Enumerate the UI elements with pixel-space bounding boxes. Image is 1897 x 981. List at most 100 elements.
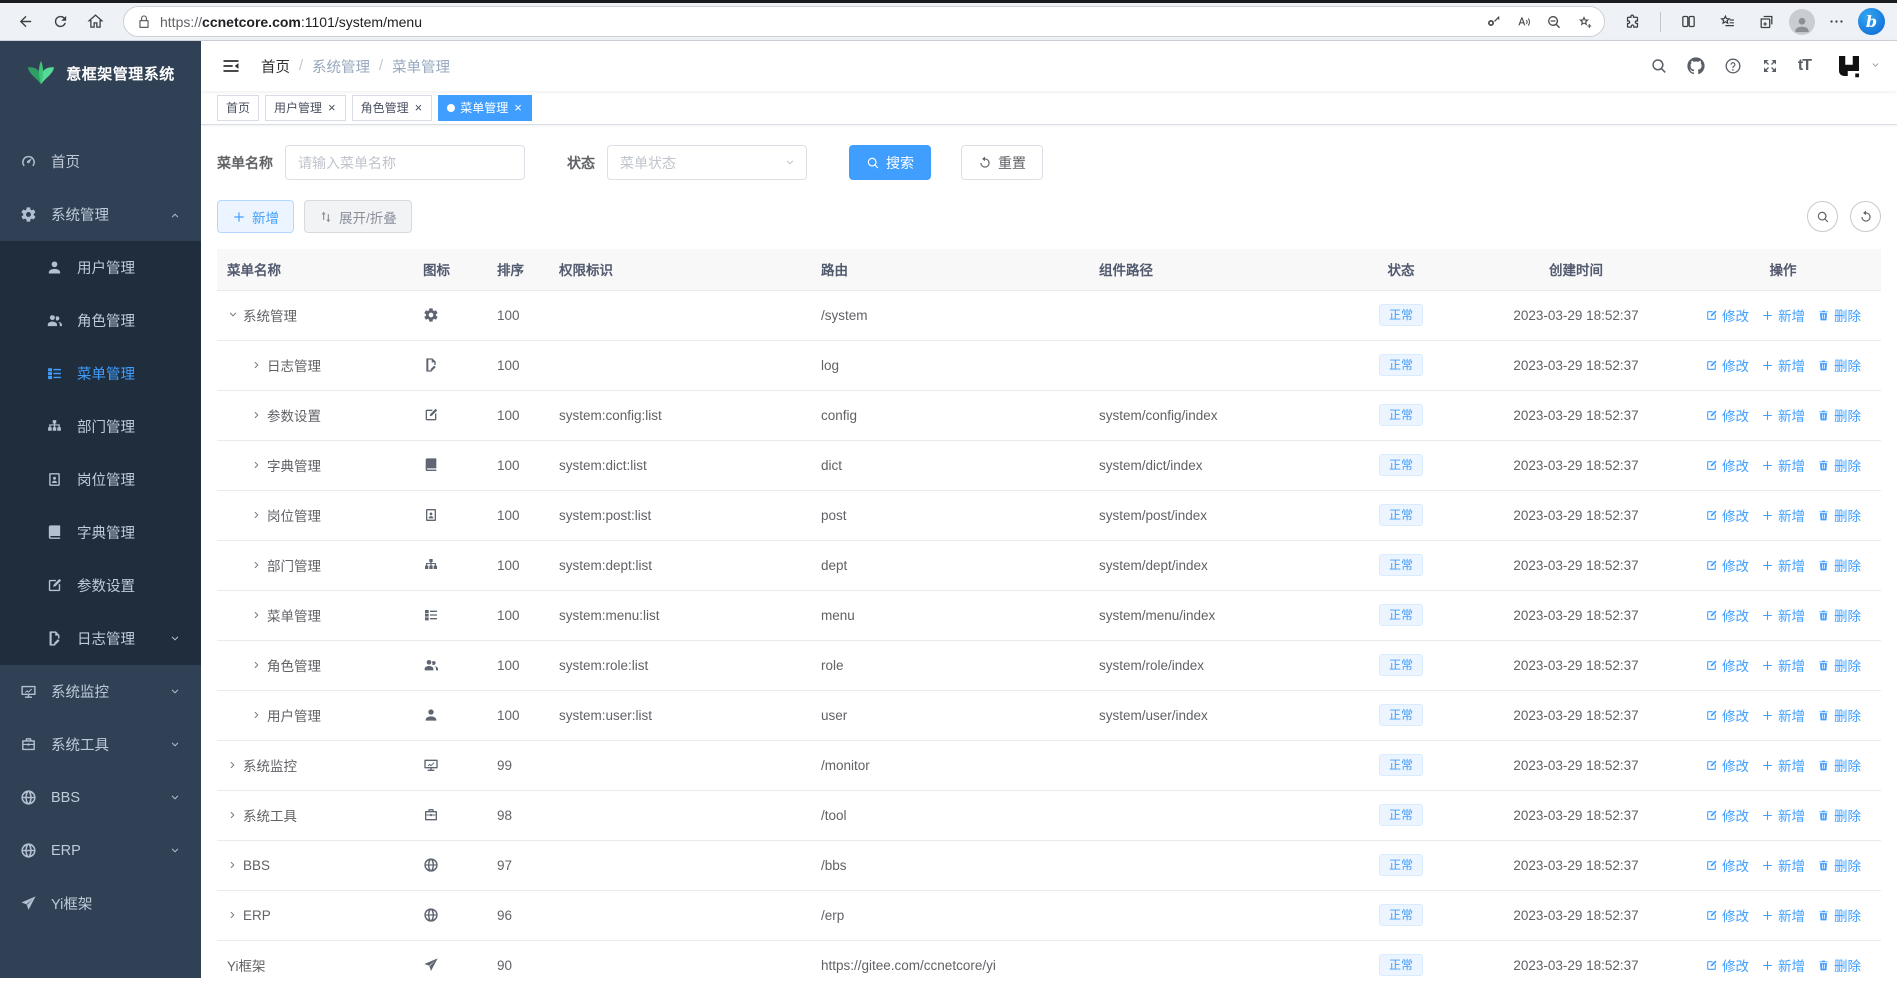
back-button[interactable] <box>10 6 41 37</box>
edit-link[interactable]: 修改 <box>1705 305 1749 325</box>
add-link[interactable]: 新增 <box>1761 405 1805 425</box>
add-link[interactable]: 新增 <box>1761 605 1805 625</box>
breadcrumb-item[interactable]: 菜单管理 <box>392 56 450 77</box>
sidebar-item-config[interactable]: 参数设置 <box>0 559 201 612</box>
edit-link[interactable]: 修改 <box>1705 955 1749 975</box>
home-button[interactable] <box>80 6 111 37</box>
extensions-button[interactable] <box>1617 6 1648 37</box>
expand-toggle[interactable] <box>251 459 263 471</box>
more-menu-button[interactable] <box>1821 6 1852 37</box>
edit-link[interactable]: 修改 <box>1705 355 1749 375</box>
sidebar-item-home[interactable]: 首页 <box>0 135 201 188</box>
sidebar-item-tool[interactable]: 系统工具 <box>0 718 201 771</box>
search-button[interactable] <box>1650 57 1668 75</box>
delete-link[interactable]: 删除 <box>1817 405 1861 425</box>
breadcrumb-item[interactable]: 首页 <box>261 56 290 77</box>
expand-toggle[interactable] <box>251 659 263 671</box>
add-link[interactable]: 新增 <box>1761 555 1805 575</box>
add-button[interactable]: 新增 <box>217 200 294 233</box>
sidebar-collapse-button[interactable] <box>217 52 245 80</box>
delete-link[interactable]: 删除 <box>1817 355 1861 375</box>
add-link[interactable]: 新增 <box>1761 305 1805 325</box>
tab-首页[interactable]: 首页 <box>217 94 260 121</box>
sidebar-item-menu[interactable]: 菜单管理 <box>0 347 201 400</box>
delete-link[interactable]: 删除 <box>1817 455 1861 475</box>
sidebar-item-dept[interactable]: 部门管理 <box>0 400 201 453</box>
close-icon[interactable]: × <box>513 101 523 114</box>
profile-button[interactable] <box>1786 6 1817 37</box>
edit-link[interactable]: 修改 <box>1705 705 1749 725</box>
add-link[interactable]: 新增 <box>1761 955 1805 975</box>
add-link[interactable]: 新增 <box>1761 905 1805 925</box>
delete-link[interactable]: 删除 <box>1817 905 1861 925</box>
sidebar-item-bbs[interactable]: BBS <box>0 771 201 824</box>
sidebar-item-system[interactable]: 系统管理 <box>0 188 201 241</box>
sidebar-item-monitor[interactable]: 系统监控 <box>0 665 201 718</box>
add-link[interactable]: 新增 <box>1761 855 1805 875</box>
add-link[interactable]: 新增 <box>1761 805 1805 825</box>
sidebar-item-user[interactable]: 用户管理 <box>0 241 201 294</box>
add-link[interactable]: 新增 <box>1761 355 1805 375</box>
delete-link[interactable]: 删除 <box>1817 655 1861 675</box>
status-select[interactable]: 菜单状态 <box>607 145 807 180</box>
star-plus-button[interactable] <box>1570 8 1598 36</box>
close-icon[interactable]: × <box>327 101 337 114</box>
sidebar-item-log[interactable]: 日志管理 <box>0 612 201 665</box>
expand-toggle[interactable] <box>227 759 239 771</box>
expand-toggle[interactable] <box>251 559 263 571</box>
sidebar-item-erp[interactable]: ERP <box>0 824 201 877</box>
split-button[interactable] <box>1673 6 1704 37</box>
expand-toggle[interactable] <box>227 309 239 321</box>
add-link[interactable]: 新增 <box>1761 755 1805 775</box>
expand-toggle[interactable] <box>251 709 263 721</box>
delete-link[interactable]: 删除 <box>1817 505 1861 525</box>
fullscreen-button[interactable] <box>1761 57 1779 75</box>
delete-link[interactable]: 删除 <box>1817 555 1861 575</box>
expand-toggle[interactable] <box>251 609 263 621</box>
edit-link[interactable]: 修改 <box>1705 805 1749 825</box>
edit-link[interactable]: 修改 <box>1705 905 1749 925</box>
sidebar-item-post[interactable]: 岗位管理 <box>0 453 201 506</box>
breadcrumb-item[interactable]: 系统管理 <box>312 56 370 77</box>
edit-link[interactable]: 修改 <box>1705 505 1749 525</box>
zoomout-button[interactable] <box>1540 8 1568 36</box>
tab-菜单管理[interactable]: 菜单管理 × <box>438 94 532 121</box>
collections-button[interactable] <box>1751 6 1782 37</box>
delete-link[interactable]: 删除 <box>1817 755 1861 775</box>
sidebar-item-role[interactable]: 角色管理 <box>0 294 201 347</box>
sidebar-item-dict[interactable]: 字典管理 <box>0 506 201 559</box>
font-size-icon[interactable]: tT <box>1798 57 1812 75</box>
delete-link[interactable]: 删除 <box>1817 955 1861 975</box>
reset-button[interactable]: 重置 <box>961 145 1043 180</box>
refresh-table-button[interactable] <box>1850 201 1881 232</box>
edit-link[interactable]: 修改 <box>1705 555 1749 575</box>
user-menu[interactable] <box>1834 51 1881 81</box>
search-button[interactable]: 搜索 <box>849 145 931 180</box>
delete-link[interactable]: 删除 <box>1817 705 1861 725</box>
edit-link[interactable]: 修改 <box>1705 855 1749 875</box>
tab-角色管理[interactable]: 角色管理 × <box>351 94 433 121</box>
expand-toggle[interactable] <box>251 359 263 371</box>
github-button[interactable] <box>1687 57 1705 75</box>
add-link[interactable]: 新增 <box>1761 655 1805 675</box>
edit-link[interactable]: 修改 <box>1705 455 1749 475</box>
readaloud-button[interactable] <box>1510 8 1538 36</box>
favorites-button[interactable] <box>1712 6 1743 37</box>
menu-name-input[interactable] <box>285 145 525 180</box>
add-link[interactable]: 新增 <box>1761 505 1805 525</box>
expand-toggle[interactable] <box>251 509 263 521</box>
key-button[interactable] <box>1480 8 1508 36</box>
sidebar-item-yi[interactable]: Yi框架 <box>0 877 201 930</box>
address-bar[interactable]: https://ccnetcore.com:1101/system/menu <box>123 6 1605 37</box>
bing-chat-button[interactable]: b <box>1856 6 1887 37</box>
edit-link[interactable]: 修改 <box>1705 755 1749 775</box>
tab-用户管理[interactable]: 用户管理 × <box>265 94 346 121</box>
help-button[interactable] <box>1724 57 1742 75</box>
expand-toggle[interactable] <box>227 909 239 921</box>
expand-toggle[interactable] <box>227 859 239 871</box>
delete-link[interactable]: 删除 <box>1817 605 1861 625</box>
delete-link[interactable]: 删除 <box>1817 305 1861 325</box>
delete-link[interactable]: 删除 <box>1817 805 1861 825</box>
reload-button[interactable] <box>45 6 76 37</box>
expand-toggle[interactable] <box>227 809 239 821</box>
